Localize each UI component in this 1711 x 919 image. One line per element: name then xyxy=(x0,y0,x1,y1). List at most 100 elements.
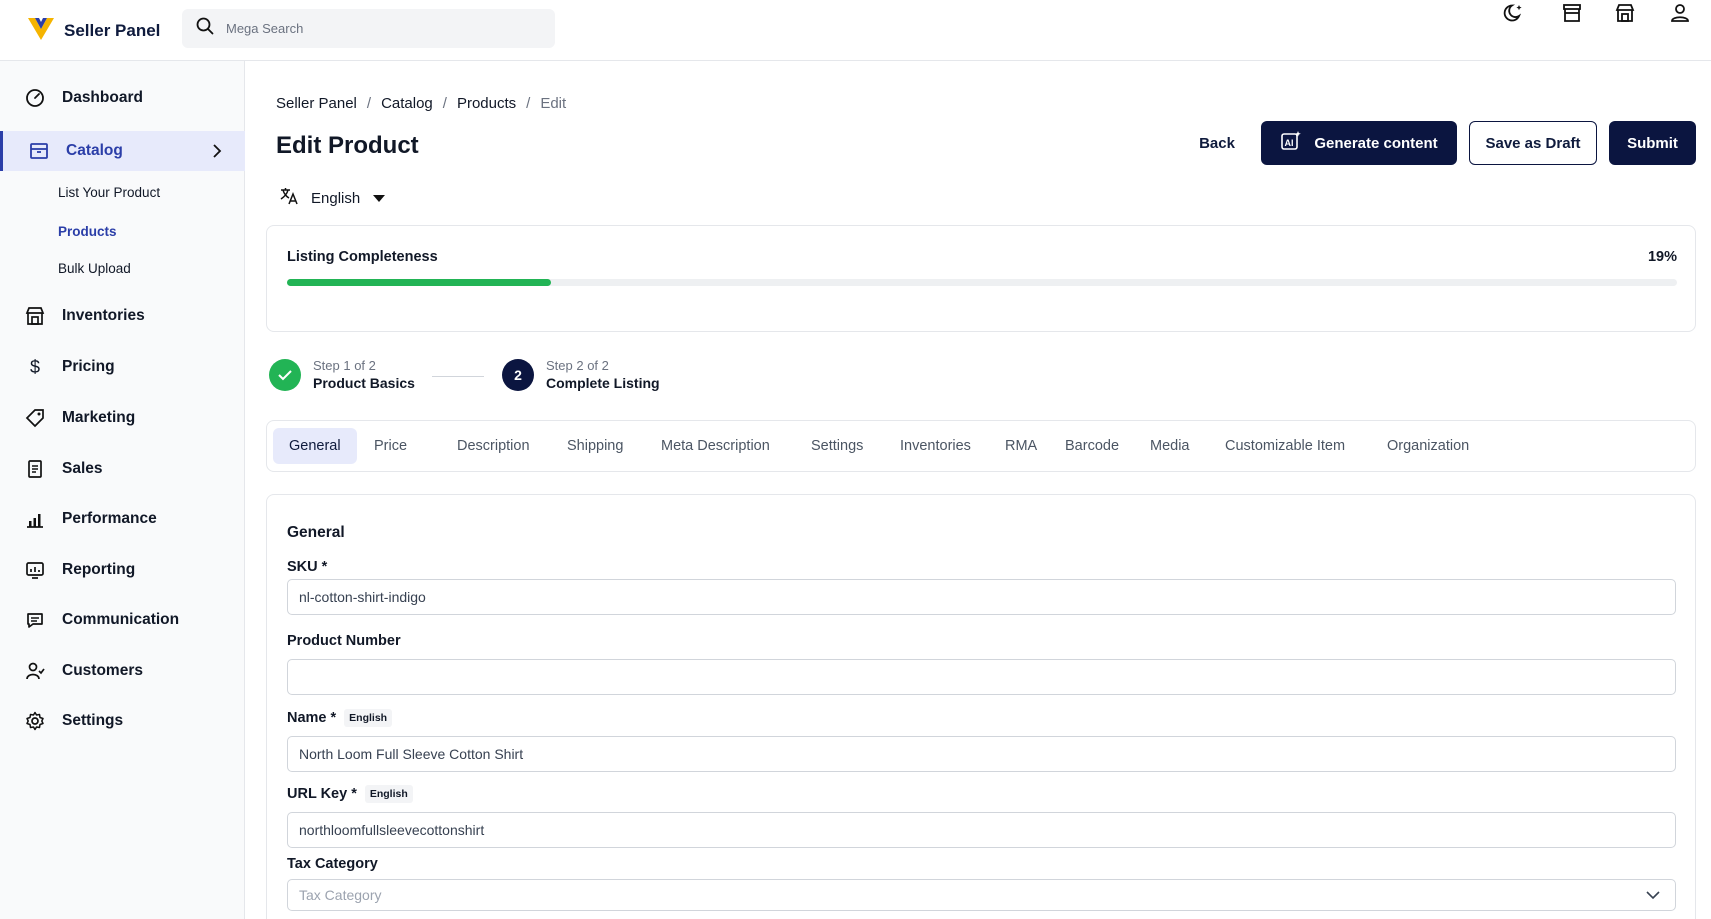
tab-description[interactable]: Description xyxy=(441,428,546,464)
name-label: Name * English xyxy=(287,709,393,727)
tab-bar: General Price Description Shipping Meta … xyxy=(266,420,1696,472)
svg-text:AI: AI xyxy=(1285,138,1294,148)
tax-category-select[interactable]: Tax Category xyxy=(287,879,1676,911)
breadcrumb-seller-panel[interactable]: Seller Panel xyxy=(276,95,357,112)
step-number: 2 xyxy=(502,358,534,391)
url-key-input[interactable] xyxy=(287,812,1676,848)
sku-input[interactable] xyxy=(287,579,1676,615)
store-icon xyxy=(24,305,46,327)
chat-icon xyxy=(24,609,46,631)
dark-mode-icon[interactable] xyxy=(1501,0,1527,26)
sub-item-list-your-product[interactable]: List Your Product xyxy=(58,185,160,200)
tag-icon xyxy=(24,407,46,429)
sidebar-item-catalog[interactable]: Catalog xyxy=(0,131,245,171)
completeness-percent: 19% xyxy=(1647,249,1677,265)
sku-label-text: SKU * xyxy=(287,559,328,575)
product-number-input[interactable] xyxy=(287,659,1676,695)
tab-shipping[interactable]: Shipping xyxy=(551,428,639,464)
completeness-bar xyxy=(287,279,1677,286)
ai-icon: AI xyxy=(1280,130,1302,156)
language-label: English xyxy=(311,189,361,207)
sidebar-item-marketing[interactable]: Marketing xyxy=(0,398,245,438)
breadcrumb-current: Edit xyxy=(540,95,567,112)
tab-price[interactable]: Price xyxy=(358,428,423,464)
sidebar-item-settings[interactable]: Settings xyxy=(0,701,245,741)
generate-content-label: Generate content xyxy=(1314,134,1438,152)
top-bar: Seller Panel xyxy=(0,0,1711,61)
breadcrumb-products[interactable]: Products xyxy=(457,95,516,112)
tab-settings[interactable]: Settings xyxy=(795,428,879,464)
tab-barcode[interactable]: Barcode xyxy=(1049,428,1135,464)
back-button[interactable]: Back xyxy=(1188,121,1246,165)
generate-content-button[interactable]: AI Generate content xyxy=(1261,121,1457,165)
completeness-bar-fill xyxy=(287,279,551,286)
tax-category-label-text: Tax Category xyxy=(287,856,378,872)
logo-icon xyxy=(26,14,56,47)
customers-icon xyxy=(24,660,46,682)
tab-rma[interactable]: RMA xyxy=(989,428,1053,464)
step-title: Complete Listing xyxy=(546,375,660,391)
step-product-basics[interactable]: Step 1 of 2 Product Basics xyxy=(269,358,415,391)
name-input[interactable] xyxy=(287,736,1676,772)
breadcrumb-separator: / xyxy=(366,95,372,112)
brand[interactable]: Seller Panel xyxy=(26,14,160,47)
chevron-down-icon xyxy=(1645,888,1661,905)
report-icon xyxy=(24,559,46,581)
sidebar-item-label: Sales xyxy=(62,460,103,477)
url-key-label-text: URL Key * xyxy=(287,786,357,802)
sidebar-item-dashboard[interactable]: Dashboard xyxy=(0,78,245,118)
sidebar-item-sales[interactable]: Sales xyxy=(0,449,245,489)
step-complete-listing[interactable]: 2 Step 2 of 2 Complete Listing xyxy=(502,358,660,391)
brand-name: Seller Panel xyxy=(64,20,161,40)
breadcrumb: Seller Panel / Catalog / Products / Edit xyxy=(276,95,566,112)
search-input[interactable] xyxy=(226,21,526,36)
sidebar-item-label: Reporting xyxy=(62,561,136,578)
tax-category-placeholder: Tax Category xyxy=(299,887,382,903)
dashboard-icon xyxy=(24,87,46,109)
tab-customizable-item[interactable]: Customizable Item xyxy=(1209,428,1361,464)
catalog-icon xyxy=(28,140,50,162)
sub-item-bulk-upload[interactable]: Bulk Upload xyxy=(58,261,131,276)
name-label-text: Name * xyxy=(287,710,337,726)
tab-general[interactable]: General xyxy=(273,428,357,464)
completeness-label: Listing Completeness xyxy=(287,249,438,265)
save-as-draft-button[interactable]: Save as Draft xyxy=(1469,121,1597,165)
submit-button[interactable]: Submit xyxy=(1609,121,1696,165)
tab-organization[interactable]: Organization xyxy=(1371,428,1485,464)
user-icon[interactable] xyxy=(1667,0,1693,26)
breadcrumb-catalog[interactable]: Catalog xyxy=(381,95,433,112)
sidebar-item-pricing[interactable]: $ Pricing xyxy=(0,347,245,387)
sidebar-item-customers[interactable]: Customers xyxy=(0,651,245,691)
listing-completeness-card: Listing Completeness 19% xyxy=(266,225,1696,332)
search-bar[interactable] xyxy=(182,9,555,48)
product-number-label-text: Product Number xyxy=(287,633,401,649)
sidebar-item-label: Inventories xyxy=(62,307,145,324)
sidebar-item-inventories[interactable]: Inventories xyxy=(0,296,245,336)
store-icon[interactable] xyxy=(1612,0,1638,26)
sidebar-item-label: Dashboard xyxy=(62,89,143,106)
dollar-icon: $ xyxy=(29,356,40,377)
sidebar-item-communication[interactable]: Communication xyxy=(0,600,245,640)
sidebar-item-performance[interactable]: Performance xyxy=(0,499,245,539)
sidebar-item-label: Communication xyxy=(62,611,180,628)
sidebar-item-label: Settings xyxy=(62,712,124,729)
tab-media[interactable]: Media xyxy=(1134,428,1206,464)
sidebar: Dashboard Catalog List Your Product Prod… xyxy=(0,61,245,919)
check-icon xyxy=(269,358,301,391)
tax-category-label: Tax Category xyxy=(287,856,378,872)
page-title: Edit Product xyxy=(276,132,419,159)
url-key-label: URL Key * English xyxy=(287,785,413,803)
sku-label: SKU * xyxy=(287,559,327,575)
tab-inventories[interactable]: Inventories xyxy=(884,428,987,464)
sub-item-products[interactable]: Products xyxy=(58,224,117,239)
shop-icon[interactable] xyxy=(1559,0,1585,26)
sidebar-item-reporting[interactable]: Reporting xyxy=(0,550,245,590)
chevron-right-icon xyxy=(211,143,223,164)
sidebar-item-label: Marketing xyxy=(62,409,136,426)
step-connector xyxy=(432,376,484,377)
language-tag: English xyxy=(364,785,413,803)
breadcrumb-separator: / xyxy=(526,95,531,112)
tab-meta-description[interactable]: Meta Description xyxy=(645,428,786,464)
step-subtitle: Step 1 of 2 xyxy=(313,358,376,373)
language-selector[interactable]: English xyxy=(279,186,386,210)
